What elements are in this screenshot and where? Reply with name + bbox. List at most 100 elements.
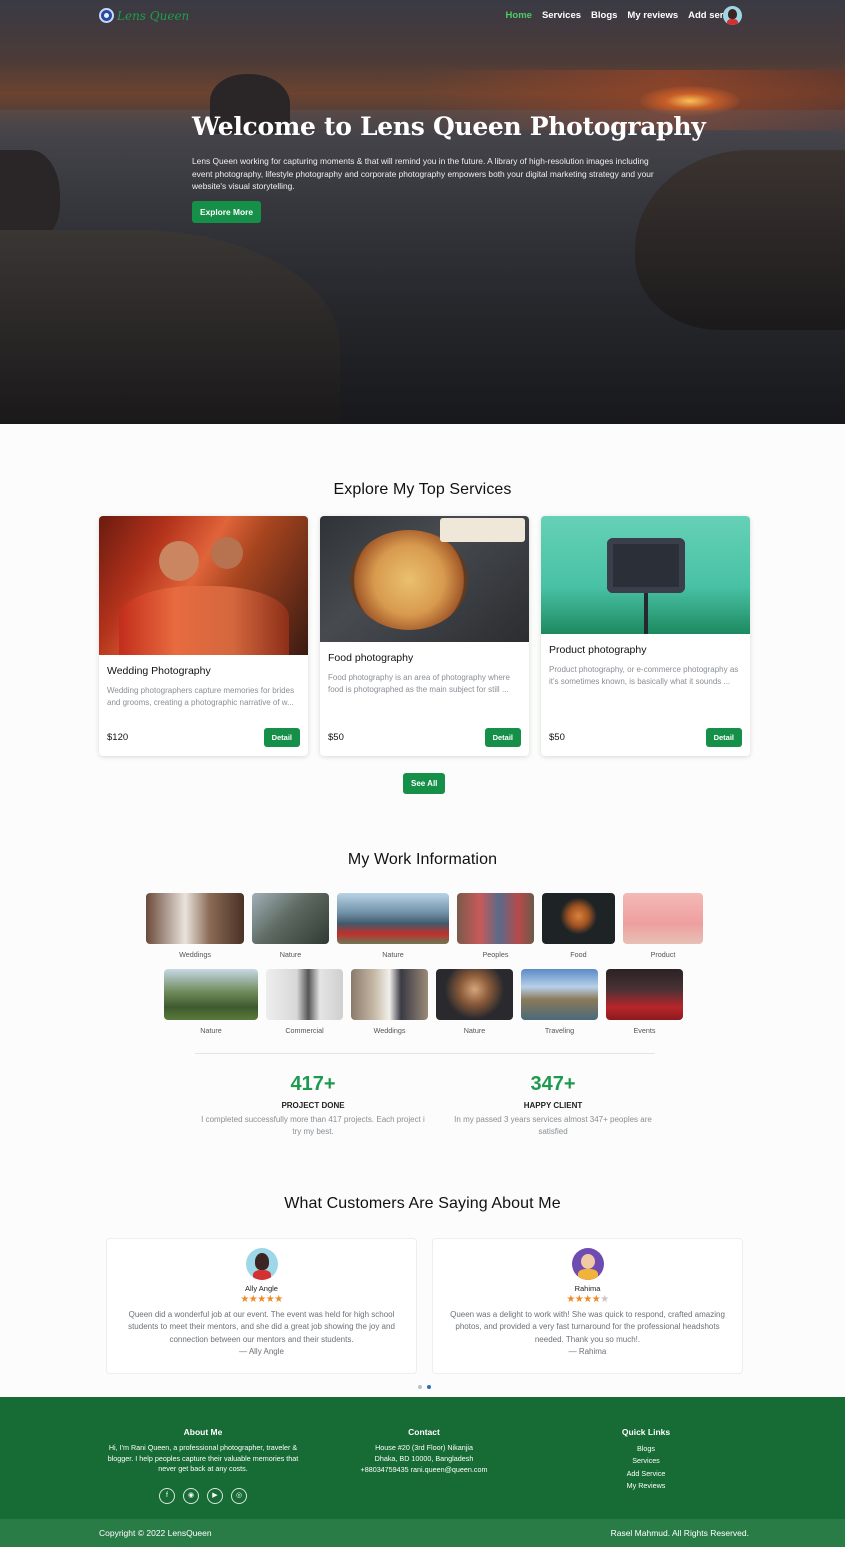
review-signature: — Rahima <box>568 1346 607 1356</box>
footer-contact: Contact House #20 (3rd Floor) Nikanjia D… <box>344 1427 504 1476</box>
service-title: Product photography <box>549 644 647 656</box>
gallery-image <box>351 969 428 1020</box>
star-filled-icon: ★ <box>265 1294 275 1305</box>
navbar: Lens Queen Home Services Blogs My review… <box>0 0 845 32</box>
star-filled-icon: ★ <box>248 1294 258 1305</box>
gallery-label: Commercial <box>285 1026 324 1035</box>
gallery-image <box>266 969 343 1020</box>
product-image <box>541 516 750 634</box>
work-title: My Work Information <box>347 851 498 868</box>
stat-number: 417+ <box>290 1073 336 1095</box>
star-rating: ★★★★★ <box>107 1294 416 1305</box>
gallery-image <box>164 969 258 1020</box>
stat-label: HAPPY CLIENT <box>523 1101 583 1110</box>
gallery-label: Events <box>633 1026 656 1035</box>
contact-address-line: Dhaka, BD 10000, Bangladesh <box>374 1453 474 1463</box>
reviewer-name: Rahima <box>574 1284 601 1293</box>
carousel-dot-active[interactable] <box>427 1385 431 1389</box>
quick-link-add-service[interactable]: Add Service <box>600 1468 692 1480</box>
gallery-item[interactable]: Product <box>623 893 703 959</box>
footer-about-text: Hi, I'm Rani Queen, a professional photo… <box>107 1443 299 1473</box>
nav-item-home[interactable]: Home <box>506 10 532 21</box>
footer-quick-links: Quick Links Blogs Services Add Service M… <box>600 1427 692 1492</box>
review-text: Queen was a delight to work with! She wa… <box>450 1310 725 1344</box>
gallery-image <box>606 969 683 1020</box>
quick-link-services[interactable]: Services <box>600 1455 692 1467</box>
gallery-item[interactable]: Nature <box>252 893 329 959</box>
nav-item-services[interactable]: Services <box>542 10 581 21</box>
hero-description: Lens Queen working for capturing moments… <box>192 156 654 191</box>
service-description: Wedding photographers capture memories f… <box>107 686 295 708</box>
gallery-row-1: Weddings Nature Nature Peoples Food Prod… <box>146 893 703 959</box>
copyright-text: Copyright © 2022 LensQueen <box>99 1528 212 1538</box>
contact-phone-email: +88034759435 rani.queen@queen.com <box>360 1465 488 1474</box>
services-section: Explore My Top Services Wedding Photogra… <box>0 481 845 794</box>
gallery-label: Nature <box>279 950 302 959</box>
footer-about: About Me Hi, I'm Rani Queen, a professio… <box>100 1427 306 1504</box>
hero-title: Welcome to Lens Queen Photography <box>192 112 706 141</box>
stat-projects: 417+ PROJECT DONE I completed successful… <box>200 1073 426 1137</box>
social-links: f ◉ ▶ ◎ <box>100 1487 306 1504</box>
star-filled-icon: ★ <box>240 1294 249 1305</box>
explore-more-button[interactable]: Explore More <box>192 200 262 223</box>
contact-address-line: House #20 (3rd Floor) Nikanjia <box>375 1443 473 1452</box>
carousel-dot[interactable] <box>418 1385 422 1389</box>
rock-decoration <box>0 150 60 240</box>
gallery-item[interactable]: Events <box>606 969 683 1035</box>
wedding-image <box>99 516 308 655</box>
detail-button[interactable]: Detail <box>263 728 300 747</box>
review-card: Rahima ★★★★★ Queen was a delight to work… <box>432 1238 743 1374</box>
rights-text: Rasel Mahmud. All Rights Reserved. <box>610 1528 749 1538</box>
quick-link-my-reviews[interactable]: My Reviews <box>600 1480 692 1492</box>
brand-name: Lens Queen <box>117 8 190 23</box>
gallery-item[interactable]: Nature <box>337 893 449 959</box>
facebook-icon[interactable]: f <box>159 1487 175 1504</box>
gallery-item[interactable]: Commercial <box>266 969 343 1035</box>
gallery-label: Peoples <box>482 950 509 959</box>
quick-link-blogs[interactable]: Blogs <box>600 1443 692 1455</box>
youtube-icon[interactable]: ▶ <box>207 1487 223 1504</box>
nav-item-blogs[interactable]: Blogs <box>591 10 617 21</box>
star-rating: ★★★★★ <box>433 1294 742 1305</box>
gallery-item[interactable]: Weddings <box>146 893 244 959</box>
hero-content: Welcome to Lens Queen Photography Lens Q… <box>192 112 706 223</box>
service-title: Food photography <box>328 652 414 664</box>
reviewer-avatar <box>245 1248 278 1280</box>
gallery-item[interactable]: Nature <box>436 969 513 1035</box>
quick-links-list: Blogs Services Add Service My Reviews <box>600 1443 692 1492</box>
gallery-item[interactable]: Nature <box>164 969 258 1035</box>
gallery-label: Nature <box>463 1026 486 1035</box>
nav-item-my-reviews[interactable]: My reviews <box>627 10 678 21</box>
star-filled-icon: ★ <box>591 1294 601 1305</box>
gallery-row-2: Nature Commercial Weddings Nature Travel… <box>164 969 683 1035</box>
gallery-label: Nature <box>382 950 404 959</box>
github-icon[interactable]: ◉ <box>183 1487 199 1504</box>
service-price: $50 <box>549 732 565 743</box>
gallery-label: Weddings <box>373 1026 406 1035</box>
gallery-item[interactable]: Food <box>542 893 615 959</box>
gallery-item[interactable]: Traveling <box>521 969 598 1035</box>
service-description: Food photography is an area of photograp… <box>328 673 510 695</box>
gallery-item[interactable]: Weddings <box>351 969 428 1035</box>
user-avatar[interactable] <box>723 6 742 25</box>
hero-section: Lens Queen Home Services Blogs My review… <box>0 0 845 424</box>
work-section: My Work Information Weddings Nature Natu… <box>0 851 845 1136</box>
gallery-image <box>542 893 615 944</box>
brand-logo[interactable]: Lens Queen <box>99 8 189 23</box>
quick-links-title: Quick Links <box>621 1427 671 1437</box>
review-signature: — Ally Angle <box>239 1346 284 1356</box>
detail-button[interactable]: Detail <box>484 728 521 747</box>
camera-lens-icon <box>99 8 114 23</box>
gallery-item[interactable]: Peoples <box>457 893 534 959</box>
carousel-dots <box>418 1385 431 1389</box>
gallery-image <box>252 893 329 944</box>
see-all-button[interactable]: See All <box>403 773 446 794</box>
detail-button[interactable]: Detail <box>705 728 742 747</box>
stat-label: PROJECT DONE <box>281 1101 345 1110</box>
stat-description: In my passed 3 years services almost 347… <box>454 1115 652 1136</box>
stat-clients: 347+ HAPPY CLIENT In my passed 3 years s… <box>448 1073 658 1137</box>
instagram-icon[interactable]: ◎ <box>231 1487 247 1504</box>
review-card: Ally Angle ★★★★★ Queen did a wonderful j… <box>106 1238 417 1374</box>
gallery-label: Food <box>570 950 587 959</box>
service-price: $50 <box>328 732 344 743</box>
